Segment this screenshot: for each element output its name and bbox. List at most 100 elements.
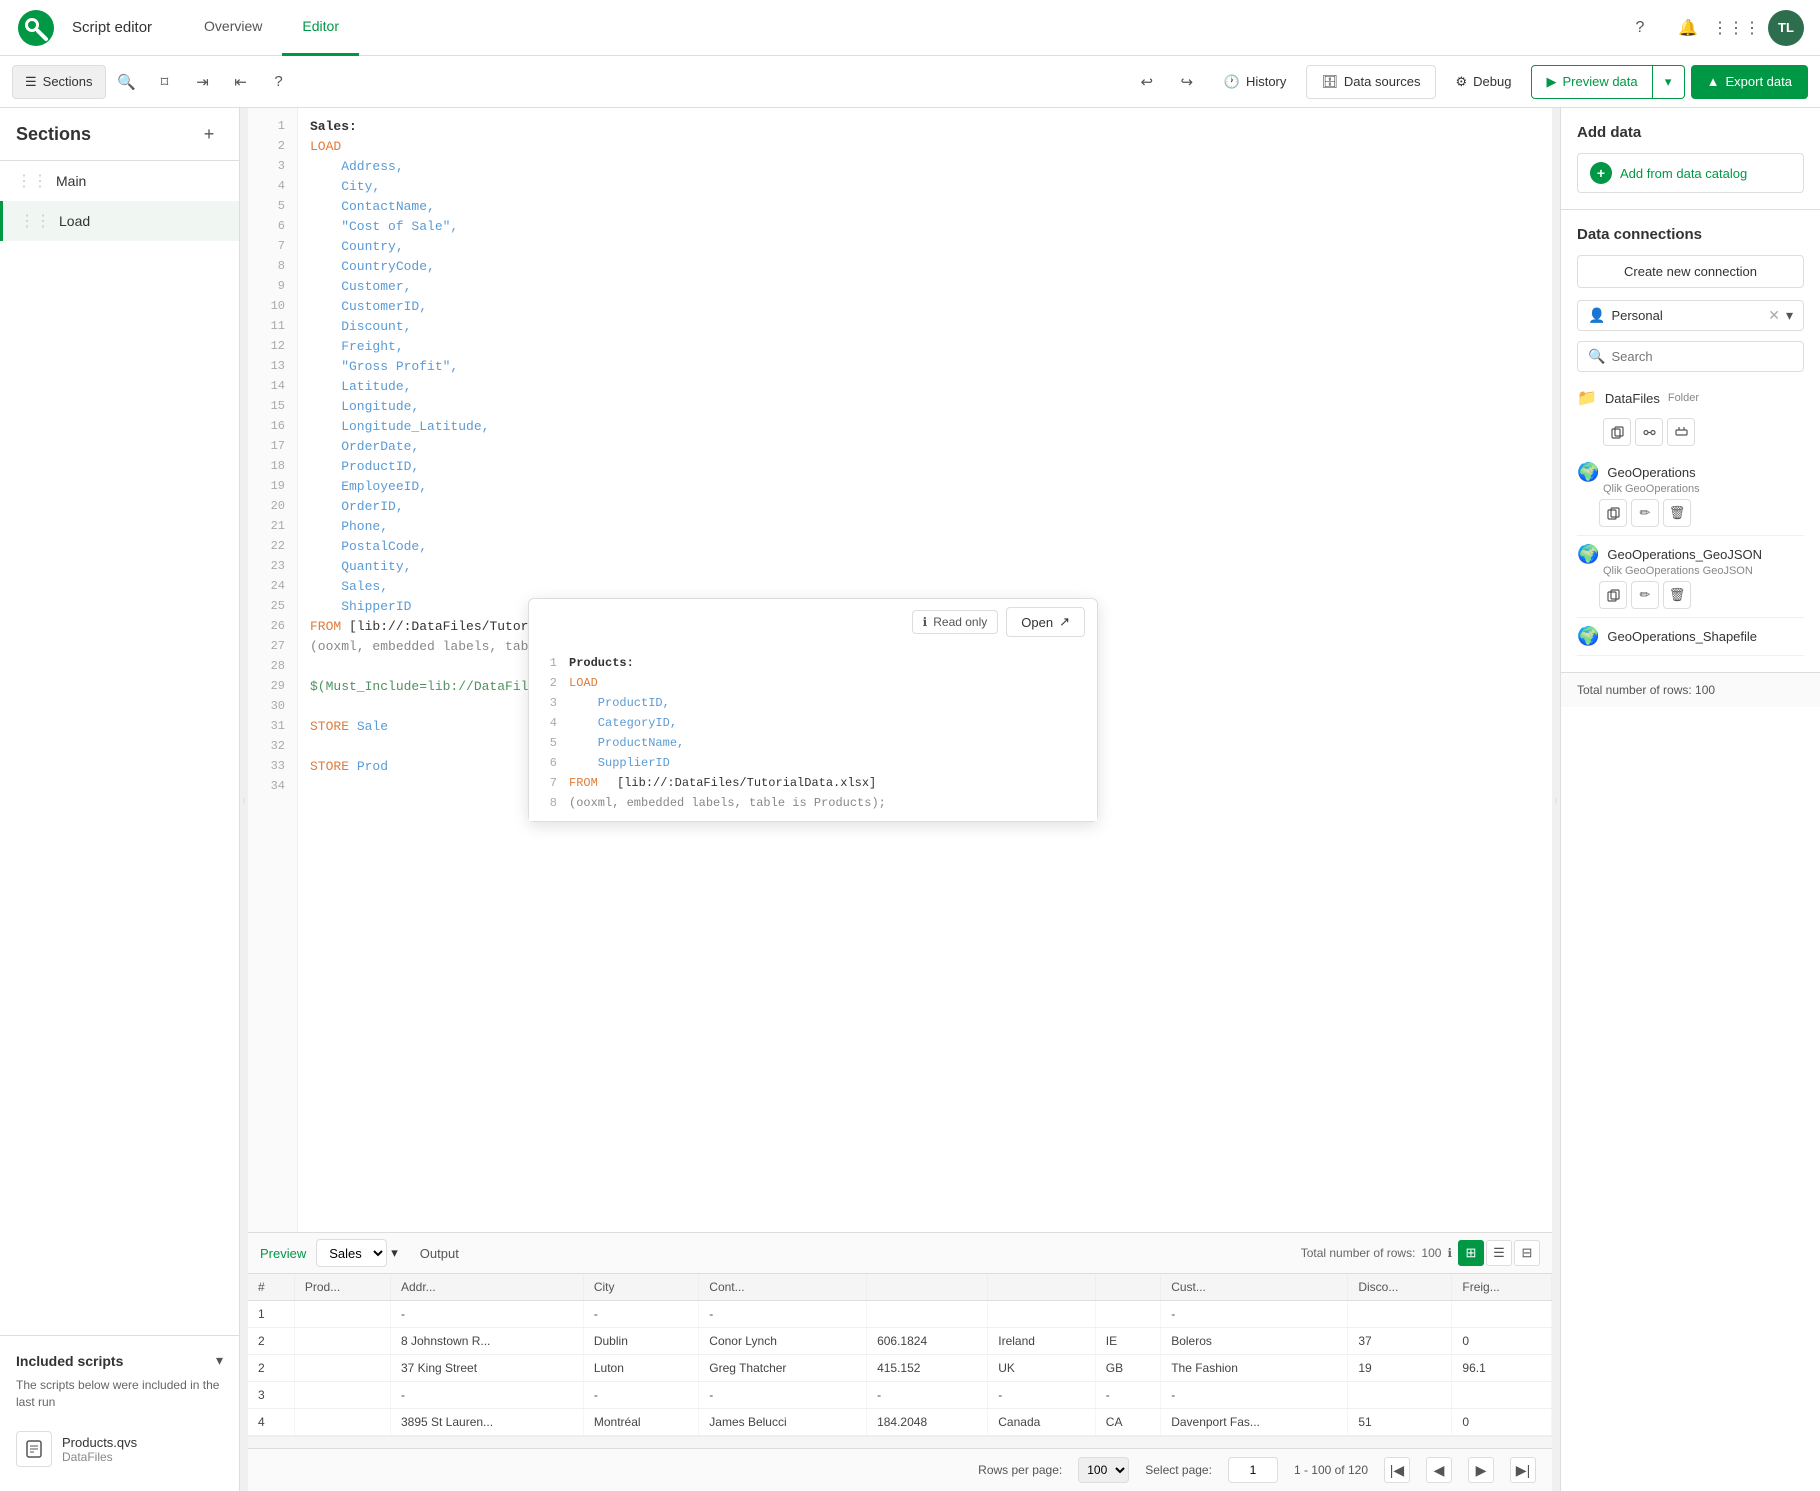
left-resizer[interactable]: · · · bbox=[240, 108, 248, 1491]
total-rows-info-icon: ℹ bbox=[1447, 1246, 1452, 1260]
undo-btn[interactable]: ↩ bbox=[1130, 65, 1164, 99]
add-catalog-btn[interactable]: + Add from data catalog bbox=[1577, 153, 1804, 193]
line-numbers: 1 2 3 4 5 6 7 8 9 10 11 12 13 14 15 16 1 bbox=[248, 108, 298, 1232]
avatar[interactable]: TL bbox=[1768, 10, 1804, 46]
col-header-city[interactable]: City bbox=[583, 1274, 698, 1301]
help-icon-btn[interactable]: ? bbox=[1624, 12, 1656, 44]
sections-panel-title: Sections bbox=[16, 124, 91, 145]
sections-btn[interactable]: ☰ Sections bbox=[12, 65, 106, 99]
export-data-btn[interactable]: ▲ Export data bbox=[1691, 65, 1808, 99]
section-item-main[interactable]: ⋮⋮ Main bbox=[0, 161, 239, 201]
preview-data-label: Preview data bbox=[1562, 74, 1637, 89]
conn-edit-btn-2[interactable]: ✏ bbox=[1631, 581, 1659, 609]
folder-more-btn[interactable] bbox=[1667, 418, 1695, 446]
last-page-btn[interactable]: ▶| bbox=[1510, 1457, 1536, 1483]
section-item-load[interactable]: ⋮⋮ Load 🗑 bbox=[0, 201, 239, 241]
total-rows-right: Total number of rows: 100 bbox=[1577, 683, 1715, 697]
grid-btn-chart[interactable]: ⊟ bbox=[1514, 1240, 1540, 1266]
popup-line-7: 7 FROM [lib://:DataFiles/TutorialData.xl… bbox=[541, 773, 1085, 793]
col-header-cont[interactable]: Cont... bbox=[699, 1274, 867, 1301]
first-page-btn[interactable]: |◀ bbox=[1384, 1457, 1410, 1483]
right-resizer[interactable]: · · · bbox=[1552, 108, 1560, 1491]
add-section-btn[interactable]: + bbox=[195, 120, 223, 148]
col-header-freig[interactable]: Freig... bbox=[1452, 1274, 1552, 1301]
folder-copy-btn[interactable] bbox=[1603, 418, 1631, 446]
debug-icon: ⚙ bbox=[1456, 74, 1468, 90]
drag-icon-main: ⋮⋮ bbox=[16, 171, 48, 191]
debug-btn[interactable]: ⚙ Debug bbox=[1442, 65, 1526, 99]
data-sources-label: Data sources bbox=[1344, 74, 1421, 89]
qlik-logo bbox=[16, 8, 56, 48]
read-only-label: Read only bbox=[933, 615, 987, 629]
col-header-cust[interactable]: Cust... bbox=[1161, 1274, 1348, 1301]
col-header-c6[interactable] bbox=[988, 1274, 1096, 1301]
code-line-2: LOAD bbox=[310, 136, 1540, 156]
next-page-btn[interactable]: ▶ bbox=[1468, 1457, 1494, 1483]
conn-item-shapefile: 🌍 GeoOperations_Shapefile bbox=[1577, 618, 1804, 656]
tab-editor[interactable]: Editor bbox=[282, 0, 359, 56]
col-header-disc[interactable]: Disco... bbox=[1348, 1274, 1452, 1301]
search-input[interactable] bbox=[1611, 349, 1793, 364]
page-number-input[interactable] bbox=[1228, 1457, 1278, 1483]
total-rows-label: Total number of rows: bbox=[1301, 1246, 1416, 1260]
filter-dropdown-icon[interactable]: ▾ bbox=[1786, 307, 1793, 324]
code-line-9: Customer, bbox=[310, 276, 1540, 296]
data-sources-btn[interactable]: 🗄 Data sources bbox=[1306, 65, 1435, 99]
notifications-btn[interactable]: 🔔 bbox=[1672, 12, 1704, 44]
conn-delete-btn-1[interactable]: 🗑 bbox=[1663, 499, 1691, 527]
page-range: 1 - 100 of 120 bbox=[1294, 1463, 1368, 1477]
data-connections-section: Data connections Create new connection 👤… bbox=[1561, 210, 1820, 673]
filter-clear-icon[interactable]: ✕ bbox=[1768, 307, 1780, 324]
section-name-main: Main bbox=[56, 173, 223, 189]
rows-per-page-select[interactable]: 100 bbox=[1078, 1457, 1129, 1483]
conn-actions-2: ✏ 🗑 bbox=[1599, 581, 1804, 609]
datafiles-folder-header[interactable]: 📁 DataFiles Folder bbox=[1577, 382, 1804, 414]
col-header-addr[interactable]: Addr... bbox=[390, 1274, 583, 1301]
col-header-prod[interactable]: Prod... bbox=[294, 1274, 390, 1301]
code-line-17: OrderDate, bbox=[310, 436, 1540, 456]
create-connection-btn[interactable]: Create new connection bbox=[1577, 255, 1804, 288]
col-header-c7[interactable] bbox=[1095, 1274, 1160, 1301]
main-toolbar: ☰ Sections 🔍 ⌑ ⇥ ⇤ ? ↩ ↪ 🕐 History 🗄 Dat… bbox=[0, 56, 1820, 108]
code-line-19: EmployeeID, bbox=[310, 476, 1540, 496]
folder-connect-btn[interactable] bbox=[1635, 418, 1663, 446]
tab-overview[interactable]: Overview bbox=[184, 0, 282, 56]
output-btn[interactable]: Output bbox=[408, 1239, 471, 1267]
code-line-8: CountryCode, bbox=[310, 256, 1540, 276]
history-btn[interactable]: 🕐 History bbox=[1210, 65, 1301, 99]
conn-edit-btn-1[interactable]: ✏ bbox=[1631, 499, 1659, 527]
conn-name-2: GeoOperations_GeoJSON bbox=[1607, 547, 1804, 562]
open-icon: ↗ bbox=[1059, 614, 1070, 630]
apps-btn[interactable]: ⋮⋮⋮ bbox=[1720, 12, 1752, 44]
preview-dropdown-btn[interactable]: ▾ bbox=[1653, 65, 1685, 99]
rows-per-page-label: Rows per page: bbox=[978, 1463, 1062, 1477]
included-scripts-panel: Included scripts ▾ The scripts below wer… bbox=[0, 1335, 239, 1491]
conn-copy-btn-1[interactable] bbox=[1599, 499, 1627, 527]
outdent-btn[interactable]: ⇤ bbox=[224, 65, 258, 99]
preview-data-btn[interactable]: ▶ Preview data bbox=[1531, 65, 1652, 99]
popup-line-8: 8 (ooxml, embedded labels, table is Prod… bbox=[541, 793, 1085, 813]
nav-tabs: Overview Editor bbox=[184, 0, 359, 56]
grid-btn-list[interactable]: ☰ bbox=[1486, 1240, 1512, 1266]
open-btn[interactable]: Open ↗ bbox=[1006, 607, 1085, 637]
popup-line-6: 6 SupplierID bbox=[541, 753, 1085, 773]
data-table: # Prod... Addr... City Cont... Cust... D… bbox=[248, 1274, 1552, 1436]
indent-btn[interactable]: ⇥ bbox=[186, 65, 220, 99]
table-select[interactable]: Sales bbox=[316, 1239, 387, 1267]
app-title: Script editor bbox=[72, 19, 152, 36]
horizontal-scrollbar[interactable] bbox=[248, 1436, 1552, 1448]
help-btn[interactable]: ? bbox=[262, 65, 296, 99]
add-data-title: Add data bbox=[1577, 124, 1804, 141]
grid-btn-table[interactable]: ⊞ bbox=[1458, 1240, 1484, 1266]
toggle-comment-btn[interactable]: ⌑ bbox=[148, 65, 182, 99]
conn-delete-btn-2[interactable]: 🗑 bbox=[1663, 581, 1691, 609]
redo-btn[interactable]: ↪ bbox=[1170, 65, 1204, 99]
search-icon-btn[interactable]: 🔍 bbox=[110, 65, 144, 99]
col-header-c5[interactable] bbox=[867, 1274, 988, 1301]
preview-label: Preview bbox=[260, 1246, 306, 1261]
conn-copy-btn-2[interactable] bbox=[1599, 581, 1627, 609]
conn-desc-2: Qlik GeoOperations GeoJSON bbox=[1603, 565, 1804, 577]
code-line-4: City, bbox=[310, 176, 1540, 196]
prev-page-btn[interactable]: ◀ bbox=[1426, 1457, 1452, 1483]
included-chevron-icon[interactable]: ▾ bbox=[216, 1352, 223, 1369]
